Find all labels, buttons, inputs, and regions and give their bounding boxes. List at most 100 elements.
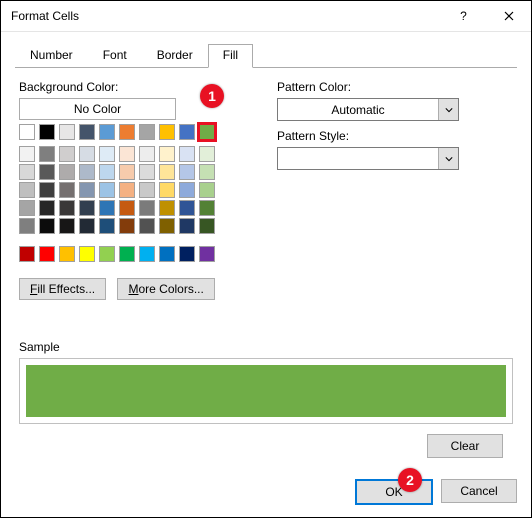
format-cells-dialog: Format Cells ? Number Font Border Fill B… <box>0 0 532 518</box>
color-swatch[interactable] <box>199 200 215 216</box>
color-swatch[interactable] <box>99 218 115 234</box>
annotation-marker-1: 1 <box>200 84 224 108</box>
color-swatch[interactable] <box>119 200 135 216</box>
color-swatch[interactable] <box>39 200 55 216</box>
color-swatch[interactable] <box>179 146 195 162</box>
color-swatch[interactable] <box>119 182 135 198</box>
standard-colors-row <box>19 246 239 262</box>
pattern-style-label: Pattern Style: <box>277 129 487 143</box>
color-swatch[interactable] <box>119 164 135 180</box>
color-swatch[interactable] <box>159 146 175 162</box>
more-colors-button[interactable]: More Colors... <box>117 278 214 300</box>
cancel-button[interactable]: Cancel <box>441 479 517 503</box>
color-swatch[interactable] <box>99 200 115 216</box>
color-swatch[interactable] <box>39 124 55 140</box>
color-swatch[interactable] <box>79 124 95 140</box>
color-swatch[interactable] <box>39 164 55 180</box>
color-swatch[interactable] <box>159 218 175 234</box>
tab-border[interactable]: Border <box>142 44 208 67</box>
chevron-down-icon[interactable] <box>438 99 458 120</box>
fill-panel: Background Color: No Color <box>15 68 517 300</box>
color-swatch[interactable] <box>39 246 55 262</box>
color-swatch[interactable] <box>79 200 95 216</box>
color-swatch[interactable] <box>179 218 195 234</box>
color-swatch[interactable] <box>99 182 115 198</box>
color-swatch[interactable] <box>199 246 215 262</box>
no-color-button[interactable]: No Color <box>19 98 176 120</box>
color-swatch[interactable] <box>79 246 95 262</box>
clear-row: Clear <box>15 424 517 458</box>
color-swatch[interactable] <box>199 164 215 180</box>
theme-colors-row <box>19 124 239 140</box>
color-swatch[interactable] <box>19 124 35 140</box>
color-swatch[interactable] <box>59 218 75 234</box>
sample-section: Sample <box>19 340 513 424</box>
color-swatch[interactable] <box>59 246 75 262</box>
color-swatch[interactable] <box>119 246 135 262</box>
color-swatch[interactable] <box>39 182 55 198</box>
color-swatch[interactable] <box>79 164 95 180</box>
fill-effects-button[interactable]: Fill Effects... <box>19 278 106 300</box>
color-swatch[interactable] <box>139 164 155 180</box>
tab-fill[interactable]: Fill <box>208 44 253 68</box>
sample-label: Sample <box>19 340 513 354</box>
color-swatch[interactable] <box>39 146 55 162</box>
color-swatch[interactable] <box>19 246 35 262</box>
color-swatch[interactable] <box>79 218 95 234</box>
pattern-style-combo[interactable] <box>277 147 459 170</box>
color-swatch[interactable] <box>179 164 195 180</box>
annotation-marker-2: 2 <box>398 468 422 492</box>
color-swatch[interactable] <box>199 218 215 234</box>
color-swatch[interactable] <box>99 146 115 162</box>
color-swatch[interactable] <box>19 218 35 234</box>
color-swatch[interactable] <box>139 200 155 216</box>
color-swatch[interactable] <box>99 124 115 140</box>
color-swatch[interactable] <box>199 182 215 198</box>
color-swatch[interactable] <box>159 182 175 198</box>
color-swatch[interactable] <box>59 200 75 216</box>
color-swatch[interactable] <box>119 124 135 140</box>
color-swatch[interactable] <box>59 124 75 140</box>
pattern-color-combo[interactable]: Automatic <box>277 98 459 121</box>
color-swatch[interactable] <box>79 146 95 162</box>
color-swatch[interactable] <box>179 246 195 262</box>
color-swatch[interactable] <box>99 246 115 262</box>
color-swatch[interactable] <box>119 218 135 234</box>
close-button[interactable] <box>486 1 531 31</box>
color-swatch[interactable] <box>179 200 195 216</box>
color-swatch[interactable] <box>59 164 75 180</box>
color-swatch[interactable] <box>19 164 35 180</box>
color-swatch[interactable] <box>59 182 75 198</box>
color-swatch[interactable] <box>59 146 75 162</box>
color-swatch[interactable] <box>19 200 35 216</box>
color-swatch[interactable] <box>139 246 155 262</box>
color-swatch[interactable] <box>79 182 95 198</box>
color-swatch-selected[interactable] <box>199 124 215 140</box>
chevron-down-icon[interactable] <box>438 148 458 169</box>
color-swatch[interactable] <box>139 182 155 198</box>
titlebar: Format Cells ? <box>1 1 531 32</box>
pattern-color-label: Pattern Color: <box>277 80 487 94</box>
tab-font[interactable]: Font <box>88 44 142 67</box>
theme-tint-grid <box>19 146 239 236</box>
color-swatch[interactable] <box>139 218 155 234</box>
help-button[interactable]: ? <box>441 1 486 31</box>
color-swatch[interactable] <box>199 146 215 162</box>
color-swatch[interactable] <box>39 218 55 234</box>
pattern-color-value: Automatic <box>278 99 438 120</box>
tab-number[interactable]: Number <box>15 44 88 67</box>
color-swatch[interactable] <box>179 182 195 198</box>
color-swatch[interactable] <box>19 182 35 198</box>
color-swatch[interactable] <box>19 146 35 162</box>
color-swatch[interactable] <box>139 146 155 162</box>
clear-button[interactable]: Clear <box>427 434 503 458</box>
color-swatch[interactable] <box>179 124 195 140</box>
color-swatch[interactable] <box>99 164 115 180</box>
color-swatch[interactable] <box>159 200 175 216</box>
color-swatch[interactable] <box>159 246 175 262</box>
pattern-style-value <box>278 148 438 169</box>
color-swatch[interactable] <box>159 164 175 180</box>
color-swatch[interactable] <box>139 124 155 140</box>
color-swatch[interactable] <box>159 124 175 140</box>
color-swatch[interactable] <box>119 146 135 162</box>
